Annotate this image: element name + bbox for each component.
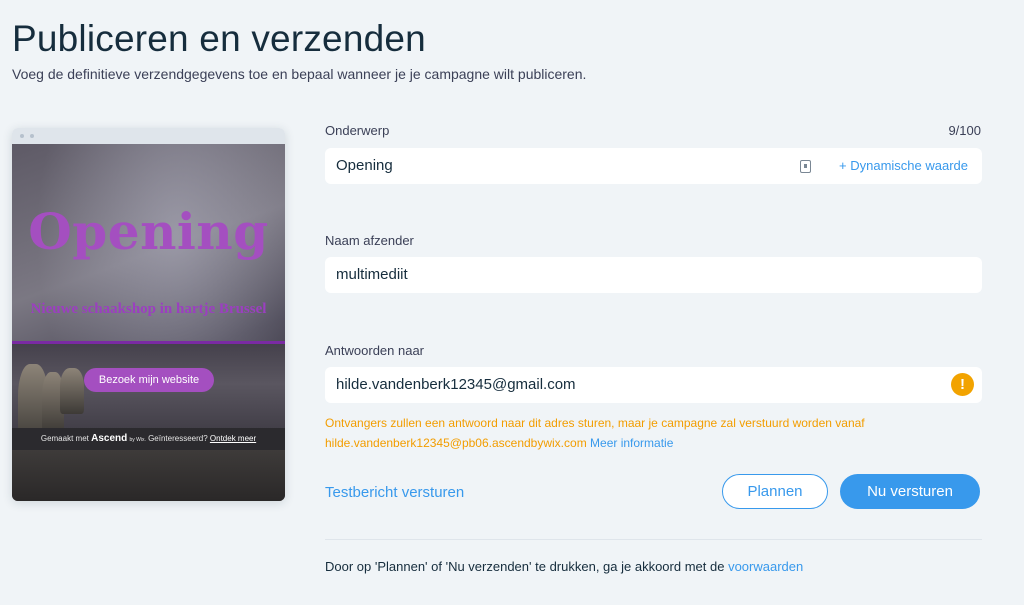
window-dot-icon	[20, 134, 24, 138]
page-subtitle: Voeg de definitieve verzendgegevens toe …	[12, 66, 587, 82]
page-title: Publiceren en verzenden	[12, 18, 426, 59]
subject-counter: 9/100	[948, 123, 981, 138]
reply-to-warning: Ontvangers zullen een antwoord naar dit …	[325, 416, 865, 450]
reply-to-field[interactable]: hilde.vandenberk12345@gmail.com !	[325, 367, 982, 403]
terms-link[interactable]: voorwaarden	[728, 559, 803, 574]
warning-icon[interactable]: !	[951, 373, 974, 396]
field-info-icon[interactable]	[800, 159, 812, 173]
divider	[325, 539, 982, 540]
send-test-link[interactable]: Testbericht versturen	[325, 484, 464, 501]
sender-address: hilde.vandenberk12345@pb06.ascendbywix.c…	[325, 436, 587, 450]
terms-text: Door op 'Plannen' of 'Nu verzenden' te d…	[325, 559, 804, 574]
subject-label: Onderwerp	[325, 123, 390, 138]
dynamic-value-button[interactable]: + Dynamische waarde	[839, 148, 968, 184]
preview-headline: Opening	[28, 202, 269, 261]
preview-lower-image	[12, 450, 285, 501]
preview-website-button: Bezoek mijn website	[84, 368, 214, 392]
ascend-logo: Ascend	[91, 433, 128, 444]
window-dot-icon	[30, 134, 34, 138]
subject-field[interactable]: Opening + Dynamische waarde	[325, 148, 982, 184]
reply-to-value: hilde.vandenberk12345@gmail.com	[336, 376, 576, 393]
preview-image: Opening Nieuwe schaakshop in hartje Brus…	[12, 144, 285, 501]
preview-subheadline: Nieuwe schaakshop in hartje Brussel	[30, 301, 267, 317]
preview-window-bar	[12, 128, 285, 144]
more-info-link[interactable]: Meer informatie	[590, 436, 673, 450]
email-preview-card: Opening Nieuwe schaakshop in hartje Brus…	[12, 128, 285, 501]
reply-to-label: Antwoorden naar	[325, 343, 425, 358]
sender-name-label: Naam afzender	[325, 233, 414, 248]
schedule-button[interactable]: Plannen	[722, 474, 828, 509]
send-now-button[interactable]: Nu versturen	[840, 474, 980, 509]
sender-name-value: multimediit	[336, 266, 408, 283]
sender-name-field[interactable]: multimediit	[325, 257, 982, 293]
preview-footer: Gemaakt met Ascend by Wix. Geïnteresseer…	[12, 428, 285, 450]
subject-value: Opening	[336, 157, 393, 174]
